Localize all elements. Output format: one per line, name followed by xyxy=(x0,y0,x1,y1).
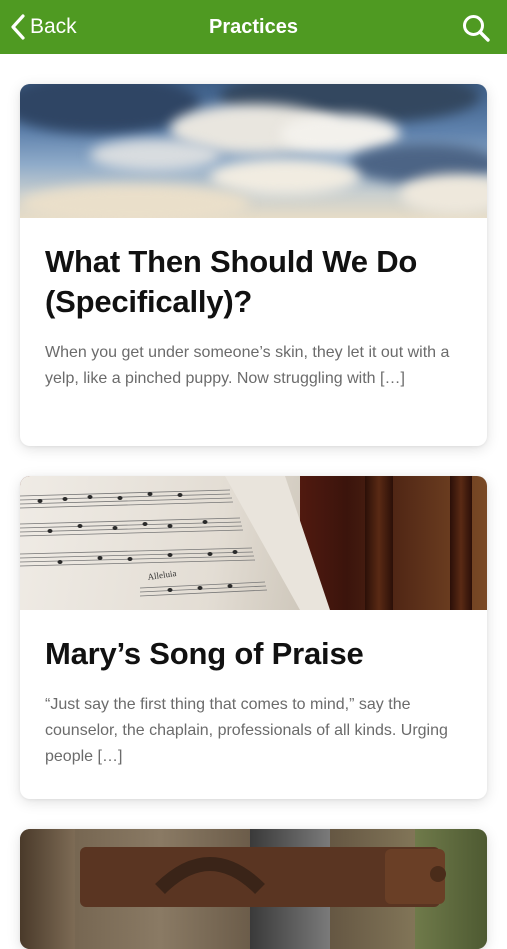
hymnal-sheet-music-image: Alleluia xyxy=(20,476,487,610)
hymn-title-text: Alleluia xyxy=(147,568,177,582)
post-title[interactable]: What Then Should We Do (Specifically)? xyxy=(45,242,462,322)
search-button[interactable] xyxy=(461,13,491,43)
post-excerpt: “Just say the first thing that comes to … xyxy=(45,696,448,765)
rusty-gate-latch-image xyxy=(20,829,487,949)
post-title[interactable]: Mary’s Song of Praise xyxy=(45,634,462,674)
nav-bar: Back Practices xyxy=(0,0,507,54)
cloudy-sky-image xyxy=(20,84,487,218)
post-card[interactable]: Alleluia Mary’s Song of Praise “Just say… xyxy=(20,476,487,799)
post-card[interactable]: What Then Should We Do (Specifically)? W… xyxy=(20,84,487,446)
back-button[interactable]: Back xyxy=(10,0,77,54)
back-label: Back xyxy=(30,15,77,38)
chevron-left-icon xyxy=(11,14,25,40)
search-icon xyxy=(463,15,490,42)
post-card[interactable] xyxy=(20,829,487,949)
post-excerpt: When you get under someone’s skin, they … xyxy=(45,344,450,387)
